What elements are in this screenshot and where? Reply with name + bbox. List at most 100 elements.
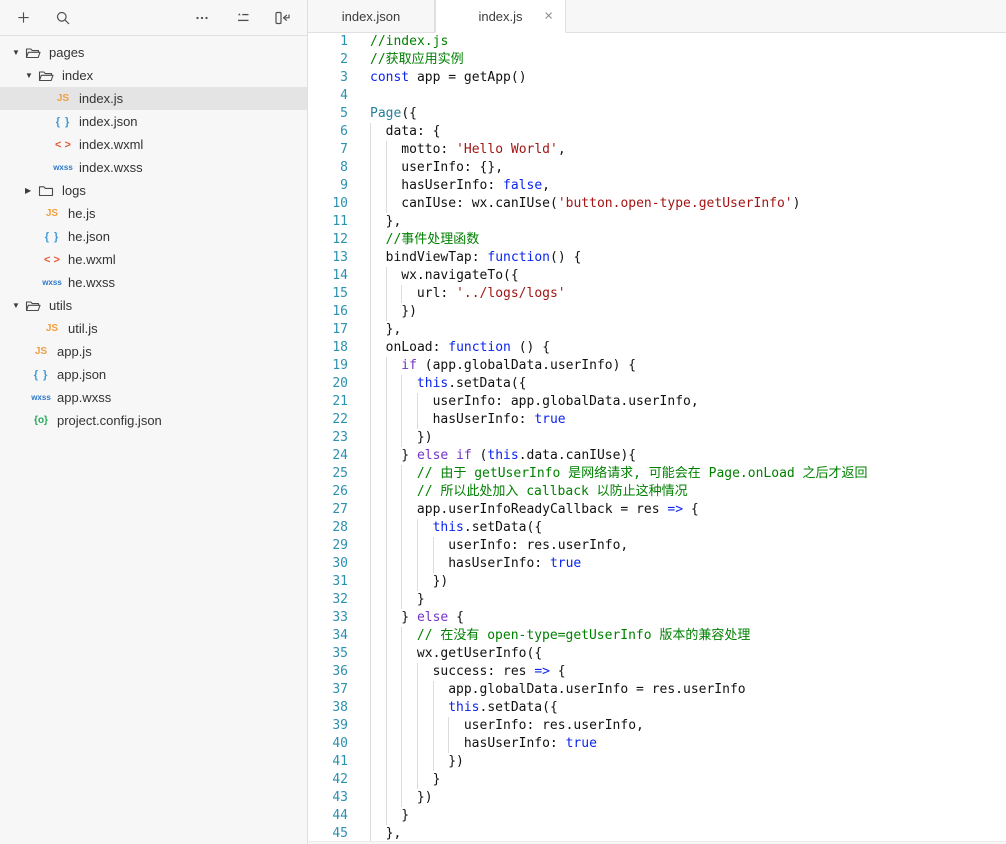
tree-file-index.wxss[interactable]: wxssindex.wxss	[0, 156, 307, 179]
hide-sidebar-icon[interactable]	[273, 9, 291, 27]
code-line[interactable]: 38this.setData({	[308, 699, 1006, 717]
indent-guide	[370, 303, 386, 321]
code-line[interactable]: 29userInfo: res.userInfo,	[308, 537, 1006, 555]
code-line[interactable]: 27app.userInfoReadyCallback = res => {	[308, 501, 1006, 519]
chevron-expanded-icon[interactable]: ▼	[12, 48, 25, 57]
code-line[interactable]: 39userInfo: res.userInfo,	[308, 717, 1006, 735]
code-line[interactable]: 1//index.js	[308, 33, 1006, 51]
code-line[interactable]: 37app.globalData.userInfo = res.userInfo	[308, 681, 1006, 699]
indent-guide	[386, 645, 402, 663]
close-tab-icon[interactable]: ×	[544, 9, 553, 24]
code-line[interactable]: 19if (app.globalData.userInfo) {	[308, 357, 1006, 375]
code-line[interactable]: 44}	[308, 807, 1006, 825]
code-line[interactable]: 21userInfo: app.globalData.userInfo,	[308, 393, 1006, 411]
indent-guide	[401, 753, 417, 771]
tree-folder-pages[interactable]: ▼pages	[0, 41, 307, 64]
tree-label: index.js	[79, 91, 123, 106]
code-line-text: })	[370, 303, 417, 321]
tree-file-app.js[interactable]: JSapp.js	[0, 340, 307, 363]
tree-label: he.js	[68, 206, 95, 221]
tree-file-index.js[interactable]: JSindex.js	[0, 87, 307, 110]
more-options-icon[interactable]	[193, 9, 211, 27]
code-line[interactable]: 20this.setData({	[308, 375, 1006, 393]
indent-guide	[417, 393, 433, 411]
code-line[interactable]: 12//事件处理函数	[308, 231, 1006, 249]
code-line-text: })	[370, 573, 448, 591]
code-line-text: const app = getApp()	[370, 69, 527, 87]
collapse-all-icon[interactable]	[233, 9, 251, 27]
code-line[interactable]: 18onLoad: function () {	[308, 339, 1006, 357]
code-line[interactable]: 16})	[308, 303, 1006, 321]
code-line-text: wx.getUserInfo({	[370, 645, 542, 663]
indent-guide	[386, 555, 402, 573]
code-line[interactable]: 3const app = getApp()	[308, 69, 1006, 87]
tree-label: index.wxss	[79, 160, 143, 175]
code-line[interactable]: 35wx.getUserInfo({	[308, 645, 1006, 663]
tree-folder-index[interactable]: ▼index	[0, 64, 307, 87]
line-number: 2	[308, 51, 348, 69]
indent-guide	[417, 717, 433, 735]
editor-pane: index.jsonindex.js× 1//index.js2//获取应用实例…	[308, 0, 1006, 844]
tree-file-he.json[interactable]: { }he.json	[0, 225, 307, 248]
code-line[interactable]: 8userInfo: {},	[308, 159, 1006, 177]
code-line[interactable]: 34// 在没有 open-type=getUserInfo 版本的兼容处理	[308, 627, 1006, 645]
code-line-text: wx.navigateTo({	[370, 267, 519, 285]
code-line[interactable]: 22hasUserInfo: true	[308, 411, 1006, 429]
code-line[interactable]: 43})	[308, 789, 1006, 807]
code-line-text: }	[370, 591, 425, 609]
indent-guide	[370, 573, 386, 591]
code-line[interactable]: 40hasUserInfo: true	[308, 735, 1006, 753]
new-file-icon[interactable]	[14, 9, 32, 27]
line-number: 22	[308, 411, 348, 429]
code-line[interactable]: 36success: res => {	[308, 663, 1006, 681]
tab-index.json[interactable]: index.json	[308, 0, 435, 32]
indent-guide	[386, 429, 402, 447]
code-line[interactable]: 23})	[308, 429, 1006, 447]
chevron-expanded-icon[interactable]: ▼	[12, 301, 25, 310]
code-line[interactable]: 6data: {	[308, 123, 1006, 141]
code-line[interactable]: 24} else if (this.data.canIUse){	[308, 447, 1006, 465]
tree-file-he.js[interactable]: JS he.js	[0, 202, 307, 225]
code-line[interactable]: 30hasUserInfo: true	[308, 555, 1006, 573]
code-line[interactable]: 31})	[308, 573, 1006, 591]
indent-guide	[401, 717, 417, 735]
tree-folder-logs[interactable]: ▶logs	[0, 179, 307, 202]
tree-file-index.json[interactable]: { }index.json	[0, 110, 307, 133]
tree-file-index.wxml[interactable]: < >index.wxml	[0, 133, 307, 156]
js-file-icon: JS	[41, 208, 63, 219]
code-line[interactable]: 26// 所以此处加入 callback 以防止这种情况	[308, 483, 1006, 501]
code-line[interactable]: 9hasUserInfo: false,	[308, 177, 1006, 195]
code-line[interactable]: 41})	[308, 753, 1006, 771]
code-line[interactable]: 4	[308, 87, 1006, 105]
tab-index.js[interactable]: index.js×	[435, 0, 566, 33]
code-line[interactable]: 42}	[308, 771, 1006, 789]
code-line[interactable]: 2//获取应用实例	[308, 51, 1006, 69]
tree-file-util.js[interactable]: JSutil.js	[0, 317, 307, 340]
code-line[interactable]: 25// 由于 getUserInfo 是网络请求, 可能会在 Page.onL…	[308, 465, 1006, 483]
code-line[interactable]: 5Page({	[308, 105, 1006, 123]
tree-file-he.wxss[interactable]: wxsshe.wxss	[0, 271, 307, 294]
tree-file-app.json[interactable]: { }app.json	[0, 363, 307, 386]
code-line[interactable]: 28this.setData({	[308, 519, 1006, 537]
code-line[interactable]: 32}	[308, 591, 1006, 609]
code-line[interactable]: 33} else {	[308, 609, 1006, 627]
code-line[interactable]: 7motto: 'Hello World',	[308, 141, 1006, 159]
code-line[interactable]: 15url: '../logs/logs'	[308, 285, 1006, 303]
code-line[interactable]: 10canIUse: wx.canIUse('button.open-type.…	[308, 195, 1006, 213]
tree-folder-utils[interactable]: ▼utils	[0, 294, 307, 317]
indent-guide	[401, 771, 417, 789]
chevron-collapsed-icon[interactable]: ▶	[25, 186, 38, 195]
code-line[interactable]: 14wx.navigateTo({	[308, 267, 1006, 285]
code-line[interactable]: 13bindViewTap: function() {	[308, 249, 1006, 267]
tree-file-he.wxml[interactable]: < >he.wxml	[0, 248, 307, 271]
tree-file-app.wxss[interactable]: wxssapp.wxss	[0, 386, 307, 409]
tree-file-project.config.json[interactable]: {o}project.config.json	[0, 409, 307, 432]
code-line[interactable]: 45},	[308, 825, 1006, 841]
search-icon[interactable]	[54, 9, 72, 27]
code-editor[interactable]: 1//index.js2//获取应用实例3const app = getApp(…	[308, 33, 1006, 841]
chevron-expanded-icon[interactable]: ▼	[25, 71, 38, 80]
code-line[interactable]: 11},	[308, 213, 1006, 231]
code-line-text: },	[370, 213, 401, 231]
code-line[interactable]: 17},	[308, 321, 1006, 339]
file-explorer-sidebar: ▼pages▼indexJSindex.js{ }index.json< >in…	[0, 0, 308, 844]
